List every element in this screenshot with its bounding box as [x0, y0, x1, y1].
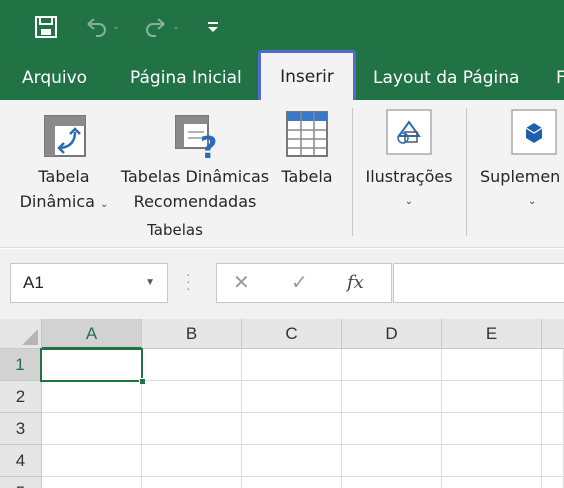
add-ins-label: Suplemen: [480, 167, 561, 186]
save-icon: [35, 16, 57, 38]
pivot-table-button[interactable]: Tabela Dinâmica ⌄: [14, 114, 114, 218]
grid-cell[interactable]: [542, 477, 564, 488]
grid-cell[interactable]: [42, 413, 142, 445]
save-button[interactable]: [32, 12, 60, 42]
formula-bar: A1 ▼ · · · ✕ ✓ fx: [0, 249, 564, 319]
grid-cell[interactable]: [142, 381, 242, 413]
chevron-down-icon[interactable]: ⌄: [112, 22, 120, 32]
grid-cell[interactable]: [42, 445, 142, 477]
chevron-down-icon[interactable]: ⌄: [172, 22, 180, 32]
name-box-value: A1: [23, 273, 44, 292]
undo-icon: [87, 18, 107, 37]
column-header-b[interactable]: B: [142, 319, 242, 349]
grid-cell[interactable]: [542, 381, 564, 413]
select-all-button[interactable]: [0, 319, 42, 349]
column-header-c[interactable]: C: [242, 319, 342, 349]
grid-cell[interactable]: [142, 349, 242, 381]
grid-cell[interactable]: [342, 381, 442, 413]
grid-cell[interactable]: [242, 381, 342, 413]
chevron-down-icon[interactable]: ▼: [145, 264, 155, 302]
grid-cell[interactable]: [442, 413, 542, 445]
customize-qat-button[interactable]: [200, 12, 226, 42]
add-ins-icon: [511, 109, 557, 155]
column-header-d[interactable]: D: [342, 319, 442, 349]
row-header-4[interactable]: 4: [0, 445, 42, 477]
spreadsheet-grid: A B C D E 1 2 3 4 5: [0, 319, 564, 488]
grid-cell[interactable]: [42, 477, 142, 488]
row-header-1[interactable]: 1: [0, 349, 42, 381]
formula-input[interactable]: [393, 263, 564, 303]
recommended-pivot-label-1: Tabelas Dinâmicas: [120, 167, 270, 186]
table-label: Tabela: [281, 167, 333, 186]
tab-pagina-inicial[interactable]: Página Inicial: [130, 56, 242, 100]
quick-access-toolbar: ⌄ ⌄: [0, 0, 564, 56]
pivot-table-label-2: Dinâmica ⌄: [19, 192, 109, 211]
enter-check-icon[interactable]: ✓: [291, 264, 308, 302]
chevron-down-icon: ⌄: [100, 199, 109, 210]
recommended-pivot-tables-button[interactable]: ? Tabelas Dinâmicas Recomendadas: [118, 114, 272, 218]
tab-inserir-label: Inserir: [280, 67, 334, 87]
grid-cell[interactable]: [242, 349, 342, 381]
grid-cell[interactable]: [542, 445, 564, 477]
select-all-icon: [22, 329, 38, 345]
tab-layout-da-pagina[interactable]: Layout da Página: [373, 56, 519, 100]
grid-cell[interactable]: [342, 477, 442, 488]
ribbon-tabs: Arquivo Página Inicial Inserir Layout da…: [0, 50, 564, 108]
row-header-2[interactable]: 2: [0, 381, 42, 413]
row-header-3[interactable]: 3: [0, 413, 42, 445]
resize-handle-icon[interactable]: · · ·: [186, 267, 191, 295]
grid-cell[interactable]: [342, 349, 442, 381]
grid-cell[interactable]: [342, 445, 442, 477]
fill-handle[interactable]: [139, 378, 146, 385]
grid-cell[interactable]: [242, 413, 342, 445]
pivot-table-icon: [44, 115, 86, 157]
grid-cell[interactable]: [42, 381, 142, 413]
chevron-down-icon: ⌄: [404, 196, 414, 207]
redo-button[interactable]: ⌄: [138, 12, 186, 42]
ribbon-inserir: Tabela Dinâmica ⌄ ? Tabelas Dinâmicas Re…: [0, 100, 564, 248]
recommended-pivot-icon: ?: [175, 115, 217, 162]
column-header-a[interactable]: A: [42, 319, 142, 349]
grid-cell[interactable]: [242, 445, 342, 477]
grid-cell[interactable]: [442, 381, 542, 413]
group-separator: [352, 108, 353, 236]
column-header-f[interactable]: [542, 319, 564, 349]
illustrations-icon: [386, 109, 432, 155]
illustrations-button[interactable]: Ilustrações ⌄: [360, 108, 458, 212]
grid-cell[interactable]: [542, 413, 564, 445]
grid-cell[interactable]: [442, 477, 542, 488]
add-ins-button[interactable]: Suplemen ⌄: [474, 108, 564, 212]
group-separator: [466, 108, 467, 236]
row-header-5[interactable]: 5: [0, 477, 42, 488]
grid-cell[interactable]: [142, 445, 242, 477]
grid-cell[interactable]: [542, 349, 564, 381]
illustrations-label: Ilustrações: [365, 167, 453, 186]
tab-arquivo[interactable]: Arquivo: [22, 56, 87, 100]
insert-function-button[interactable]: fx: [347, 264, 364, 302]
formula-buttons: ✕ ✓ fx: [216, 263, 392, 303]
pivot-table-label-1: Tabela: [38, 167, 90, 186]
customize-qat-icon: [208, 22, 218, 32]
name-box[interactable]: A1 ▼: [10, 263, 168, 303]
column-header-e[interactable]: E: [442, 319, 542, 349]
active-cell-a1[interactable]: [40, 348, 146, 385]
cancel-icon[interactable]: ✕: [233, 264, 250, 302]
chevron-down-icon: ⌄: [528, 196, 537, 207]
tab-overflow[interactable]: F: [556, 56, 564, 100]
group-label-tabelas: Tabelas: [147, 221, 203, 239]
grid-cell[interactable]: [142, 413, 242, 445]
grid-cell[interactable]: [442, 349, 542, 381]
svg-text:?: ?: [200, 131, 217, 162]
redo-icon: [146, 18, 165, 37]
grid-cell[interactable]: [242, 477, 342, 488]
grid-cell[interactable]: [342, 413, 442, 445]
table-icon: [286, 111, 328, 157]
grid-cell[interactable]: [442, 445, 542, 477]
table-button[interactable]: Tabela: [276, 110, 338, 210]
grid-cell[interactable]: [142, 477, 242, 488]
undo-button[interactable]: ⌄: [80, 12, 124, 42]
recommended-pivot-label-2: Recomendadas: [133, 192, 257, 211]
